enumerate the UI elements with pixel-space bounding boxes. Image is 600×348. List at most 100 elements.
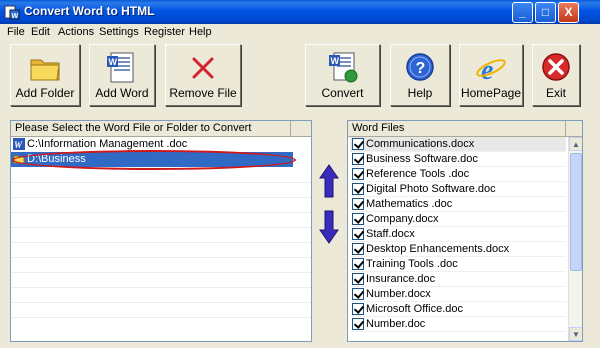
- file-checkbox[interactable]: [352, 183, 364, 195]
- file-name: Training Tools .doc: [366, 258, 458, 270]
- add-folder-button[interactable]: Add Folder: [10, 44, 80, 106]
- help-question-icon: ?: [406, 53, 434, 81]
- remove-file-button[interactable]: Remove File: [165, 44, 241, 106]
- file-row[interactable]: Business Software.doc: [350, 152, 566, 167]
- scroll-up-icon[interactable]: ▲: [569, 137, 582, 151]
- exit-button[interactable]: Exit: [532, 44, 580, 106]
- menu-actions[interactable]: Actions: [58, 26, 94, 38]
- svg-text:e: e: [481, 55, 493, 86]
- internet-explorer-icon: e: [476, 55, 506, 86]
- word-files-panel[interactable]: Word Files Communications.docx Business …: [347, 120, 583, 342]
- file-row[interactable]: Digital Photo Software.doc: [350, 182, 566, 197]
- file-checkbox[interactable]: [352, 138, 364, 150]
- scroll-down-icon[interactable]: ▼: [569, 327, 582, 341]
- list-item-selected[interactable]: D:\Business: [11, 152, 293, 167]
- grid-line: [11, 257, 311, 258]
- file-name: Mathematics .doc: [366, 198, 453, 210]
- file-name: Microsoft Office.doc: [366, 303, 463, 315]
- move-up-arrow-icon[interactable]: [318, 162, 340, 200]
- maximize-button[interactable]: □: [535, 2, 556, 23]
- file-name: Business Software.doc: [366, 153, 478, 165]
- file-row[interactable]: Company.docx: [350, 212, 566, 227]
- file-name: Number.docx: [366, 288, 431, 300]
- file-name: Communications.docx: [366, 138, 475, 150]
- main-window: W Convert Word to HTML _ □ X File Edit A…: [0, 0, 600, 348]
- help-label: Help: [407, 86, 433, 100]
- grid-line: [11, 182, 311, 183]
- add-word-button[interactable]: W Add Word: [89, 44, 155, 106]
- toolbar: Add Folder W Add Word Remove File W Conv…: [0, 42, 600, 110]
- homepage-label: HomePage: [460, 86, 522, 100]
- file-name: Staff.docx: [366, 228, 415, 240]
- word-files-header-label: Word Files: [348, 121, 566, 136]
- file-checkbox[interactable]: [352, 153, 364, 165]
- move-down-arrow-icon[interactable]: [318, 208, 340, 246]
- file-row[interactable]: Communications.docx: [350, 137, 566, 152]
- file-name: Company.docx: [366, 213, 439, 225]
- menu-help[interactable]: Help: [189, 26, 212, 38]
- file-row[interactable]: Number.doc: [350, 317, 566, 332]
- file-name: Insurance.doc: [366, 273, 436, 285]
- list-item[interactable]: W C:\Information Management .doc: [11, 137, 311, 152]
- file-row[interactable]: Staff.docx: [350, 227, 566, 242]
- folder-icon: [30, 59, 60, 81]
- word-file-icon: W: [13, 138, 25, 150]
- file-row[interactable]: Training Tools .doc: [350, 257, 566, 272]
- menu-register[interactable]: Register: [144, 26, 185, 38]
- file-checkbox[interactable]: [352, 213, 364, 225]
- grid-line: [11, 212, 311, 213]
- remove-file-label: Remove File: [169, 86, 237, 100]
- file-row[interactable]: Desktop Enhancements.docx: [350, 242, 566, 257]
- svg-text:W: W: [12, 13, 19, 20]
- file-row[interactable]: Reference Tools .doc: [350, 167, 566, 182]
- file-checkbox[interactable]: [352, 318, 364, 330]
- file-checkbox[interactable]: [352, 228, 364, 240]
- window-title: Convert Word to HTML: [24, 4, 155, 18]
- red-x-icon: [192, 57, 214, 79]
- convert-label: Convert: [321, 86, 364, 100]
- svg-text:W: W: [14, 140, 23, 150]
- file-checkbox[interactable]: [352, 303, 364, 315]
- source-list-header-label: Please Select the Word File or Folder to…: [11, 121, 291, 136]
- exit-close-icon: [542, 53, 570, 81]
- file-name: Desktop Enhancements.docx: [366, 243, 510, 255]
- exit-label: Exit: [545, 86, 566, 100]
- svg-text:W: W: [109, 57, 118, 67]
- file-name: Reference Tools .doc: [366, 168, 470, 180]
- close-button[interactable]: X: [558, 2, 579, 23]
- file-checkbox[interactable]: [352, 258, 364, 270]
- menu-settings[interactable]: Settings: [99, 26, 139, 38]
- file-checkbox[interactable]: [352, 273, 364, 285]
- menu-edit[interactable]: Edit: [31, 26, 50, 38]
- file-checkbox[interactable]: [352, 243, 364, 255]
- file-row[interactable]: Microsoft Office.doc: [350, 302, 566, 317]
- grid-line: [11, 302, 311, 303]
- convert-button[interactable]: W Convert: [305, 44, 380, 106]
- minimize-button[interactable]: _: [512, 2, 533, 23]
- app-icon: W: [4, 5, 20, 20]
- title-bar[interactable]: W Convert Word to HTML _ □ X: [0, 0, 600, 24]
- word-files-header[interactable]: Word Files: [348, 121, 582, 137]
- vertical-scrollbar[interactable]: ▲ ▼: [568, 137, 582, 341]
- menu-bar: File Edit Actions Settings Register Help: [0, 24, 600, 41]
- add-word-label: Add Word: [95, 86, 149, 100]
- menu-file[interactable]: File: [7, 26, 25, 38]
- grid-line: [11, 227, 311, 228]
- list-item-label: D:\Business: [27, 153, 86, 165]
- file-row[interactable]: Number.docx: [350, 287, 566, 302]
- help-button[interactable]: ? Help: [390, 44, 450, 106]
- homepage-button[interactable]: e HomePage: [459, 44, 523, 106]
- file-checkbox[interactable]: [352, 198, 364, 210]
- grid-line: [11, 272, 311, 273]
- file-row[interactable]: Mathematics .doc: [350, 197, 566, 212]
- word-to-html-icon: W: [328, 52, 357, 83]
- word-document-icon: W: [107, 52, 134, 83]
- scroll-thumb[interactable]: [570, 153, 582, 271]
- source-list-header[interactable]: Please Select the Word File or Folder to…: [11, 121, 311, 137]
- grid-line: [11, 317, 311, 318]
- grid-line: [11, 287, 311, 288]
- file-row[interactable]: Insurance.doc: [350, 272, 566, 287]
- file-checkbox[interactable]: [352, 288, 364, 300]
- file-checkbox[interactable]: [352, 168, 364, 180]
- source-list-panel[interactable]: Please Select the Word File or Folder to…: [10, 120, 312, 342]
